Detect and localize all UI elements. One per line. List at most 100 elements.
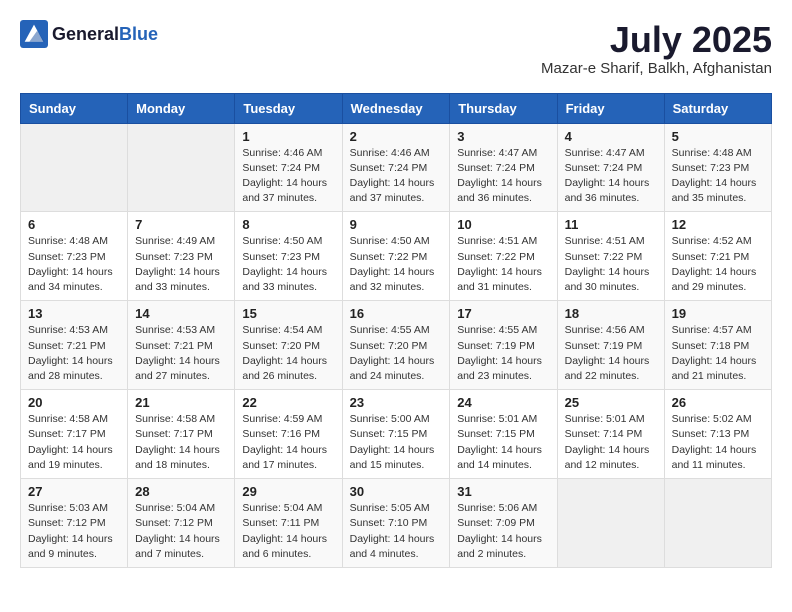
day-number: 1 (242, 129, 334, 144)
calendar-cell: 3Sunrise: 4:47 AM Sunset: 7:24 PM Daylig… (450, 123, 557, 212)
weekday-header-saturday: Saturday (664, 93, 771, 123)
logo-blue: Blue (119, 24, 158, 44)
day-info: Sunrise: 5:06 AM Sunset: 7:09 PM Dayligh… (457, 501, 549, 562)
calendar-week-row: 27Sunrise: 5:03 AM Sunset: 7:12 PM Dayli… (21, 479, 772, 568)
weekday-header-thursday: Thursday (450, 93, 557, 123)
day-info: Sunrise: 5:01 AM Sunset: 7:15 PM Dayligh… (457, 412, 549, 473)
calendar-table: SundayMondayTuesdayWednesdayThursdayFrid… (20, 93, 772, 568)
calendar-cell: 16 Sunrise: 4:55 AM Sunset: 7:20 PM Dayli… (342, 301, 450, 390)
day-number: 2 (350, 129, 443, 144)
day-number: 4 (565, 129, 657, 144)
logo-general: General (52, 24, 119, 44)
calendar-cell: 19Sunrise: 4:57 AM Sunset: 7:18 PM Dayli… (664, 301, 771, 390)
calendar-cell (557, 479, 664, 568)
day-number: 30 (350, 484, 443, 499)
calendar-cell (664, 479, 771, 568)
logo: GeneralBlue (20, 20, 158, 48)
calendar-week-row: 1 Sunrise: 4:46 AM Sunset: 7:24 PM Daylig… (21, 123, 772, 212)
calendar-cell: 29 Sunrise: 5:04 AM Sunset: 7:11 PM Dayli… (235, 479, 342, 568)
day-number: 3 (457, 129, 549, 144)
calendar-week-row: 13 Sunrise: 4:53 AM Sunset: 7:21 PM Dayli… (21, 301, 772, 390)
day-info: Sunrise: 5:02 AM Sunset: 7:13 PM Dayligh… (672, 412, 764, 473)
day-info: Sunrise: 5:01 AM Sunset: 7:14 PM Dayligh… (565, 412, 657, 473)
weekday-header-monday: Monday (128, 93, 235, 123)
day-number: 24 (457, 395, 549, 410)
calendar-cell: 2Sunrise: 4:46 AM Sunset: 7:24 PM Daylig… (342, 123, 450, 212)
title-block: July 2025 Mazar-e Sharif, Balkh, Afghani… (541, 20, 772, 77)
day-info: Sunrise: 4:46 AM Sunset: 7:24 PM Dayligh… (242, 146, 334, 207)
calendar-cell: 11Sunrise: 4:51 AM Sunset: 7:22 PM Dayli… (557, 212, 664, 301)
calendar-cell: 31Sunrise: 5:06 AM Sunset: 7:09 PM Dayli… (450, 479, 557, 568)
day-number: 12 (672, 217, 764, 232)
day-number: 16 (350, 306, 443, 321)
calendar-cell: 25Sunrise: 5:01 AM Sunset: 7:14 PM Dayli… (557, 390, 664, 479)
day-number: 22 (242, 395, 334, 410)
weekday-header-wednesday: Wednesday (342, 93, 450, 123)
day-info: Sunrise: 4:48 AM Sunset: 7:23 PM Dayligh… (672, 146, 764, 207)
day-info: Sunrise: 4:58 AM Sunset: 7:17 PM Dayligh… (28, 412, 120, 473)
calendar-cell: 28 Sunrise: 5:04 AM Sunset: 7:12 PM Dayli… (128, 479, 235, 568)
day-info: Sunrise: 5:04 AM Sunset: 7:12 PM Dayligh… (135, 501, 227, 562)
weekday-header-sunday: Sunday (21, 93, 128, 123)
calendar-cell: 21 Sunrise: 4:58 AM Sunset: 7:17 PM Dayli… (128, 390, 235, 479)
calendar-cell: 4 Sunrise: 4:47 AM Sunset: 7:24 PM Daylig… (557, 123, 664, 212)
day-info: Sunrise: 5:00 AM Sunset: 7:15 PM Dayligh… (350, 412, 443, 473)
day-info: Sunrise: 4:51 AM Sunset: 7:22 PM Dayligh… (457, 234, 549, 295)
calendar-cell: 7Sunrise: 4:49 AM Sunset: 7:23 PM Daylig… (128, 212, 235, 301)
day-number: 13 (28, 306, 120, 321)
day-number: 10 (457, 217, 549, 232)
day-info: Sunrise: 4:51 AM Sunset: 7:22 PM Dayligh… (565, 234, 657, 295)
day-info: Sunrise: 4:50 AM Sunset: 7:23 PM Dayligh… (242, 234, 334, 295)
calendar-cell: 17 Sunrise: 4:55 AM Sunset: 7:19 PM Dayli… (450, 301, 557, 390)
day-number: 29 (242, 484, 334, 499)
calendar-cell: 24 Sunrise: 5:01 AM Sunset: 7:15 PM Dayli… (450, 390, 557, 479)
day-info: Sunrise: 4:55 AM Sunset: 7:20 PM Dayligh… (350, 323, 443, 384)
day-info: Sunrise: 5:04 AM Sunset: 7:11 PM Dayligh… (242, 501, 334, 562)
calendar-cell: 5Sunrise: 4:48 AM Sunset: 7:23 PM Daylig… (664, 123, 771, 212)
calendar-cell: 22 Sunrise: 4:59 AM Sunset: 7:16 PM Dayli… (235, 390, 342, 479)
calendar-week-row: 20 Sunrise: 4:58 AM Sunset: 7:17 PM Dayli… (21, 390, 772, 479)
calendar-cell: 10 Sunrise: 4:51 AM Sunset: 7:22 PM Dayli… (450, 212, 557, 301)
day-info: Sunrise: 4:47 AM Sunset: 7:24 PM Dayligh… (565, 146, 657, 207)
day-info: Sunrise: 4:54 AM Sunset: 7:20 PM Dayligh… (242, 323, 334, 384)
day-info: Sunrise: 4:55 AM Sunset: 7:19 PM Dayligh… (457, 323, 549, 384)
day-number: 14 (135, 306, 227, 321)
day-number: 18 (565, 306, 657, 321)
day-number: 20 (28, 395, 120, 410)
calendar-cell: 27Sunrise: 5:03 AM Sunset: 7:12 PM Dayli… (21, 479, 128, 568)
calendar-cell (21, 123, 128, 212)
calendar-cell: 9 Sunrise: 4:50 AM Sunset: 7:22 PM Daylig… (342, 212, 450, 301)
calendar-cell: 1 Sunrise: 4:46 AM Sunset: 7:24 PM Daylig… (235, 123, 342, 212)
calendar-cell: 26 Sunrise: 5:02 AM Sunset: 7:13 PM Dayli… (664, 390, 771, 479)
day-number: 23 (350, 395, 443, 410)
location-subtitle: Mazar-e Sharif, Balkh, Afghanistan (541, 60, 772, 77)
day-info: Sunrise: 4:48 AM Sunset: 7:23 PM Dayligh… (28, 234, 120, 295)
calendar-week-row: 6 Sunrise: 4:48 AM Sunset: 7:23 PM Daylig… (21, 212, 772, 301)
calendar-cell: 20 Sunrise: 4:58 AM Sunset: 7:17 PM Dayli… (21, 390, 128, 479)
day-number: 6 (28, 217, 120, 232)
calendar-cell: 12 Sunrise: 4:52 AM Sunset: 7:21 PM Dayli… (664, 212, 771, 301)
page-header: GeneralBlue July 2025 Mazar-e Sharif, Ba… (20, 20, 772, 77)
day-number: 26 (672, 395, 764, 410)
weekday-header-row: SundayMondayTuesdayWednesdayThursdayFrid… (21, 93, 772, 123)
day-info: Sunrise: 4:50 AM Sunset: 7:22 PM Dayligh… (350, 234, 443, 295)
day-info: Sunrise: 4:59 AM Sunset: 7:16 PM Dayligh… (242, 412, 334, 473)
day-number: 15 (242, 306, 334, 321)
day-info: Sunrise: 4:49 AM Sunset: 7:23 PM Dayligh… (135, 234, 227, 295)
day-info: Sunrise: 4:53 AM Sunset: 7:21 PM Dayligh… (28, 323, 120, 384)
day-number: 27 (28, 484, 120, 499)
logo-text: GeneralBlue (52, 24, 158, 45)
day-number: 17 (457, 306, 549, 321)
day-info: Sunrise: 4:52 AM Sunset: 7:21 PM Dayligh… (672, 234, 764, 295)
weekday-header-friday: Friday (557, 93, 664, 123)
day-number: 28 (135, 484, 227, 499)
day-number: 9 (350, 217, 443, 232)
day-number: 19 (672, 306, 764, 321)
calendar-cell: 8Sunrise: 4:50 AM Sunset: 7:23 PM Daylig… (235, 212, 342, 301)
day-info: Sunrise: 4:58 AM Sunset: 7:17 PM Dayligh… (135, 412, 227, 473)
day-info: Sunrise: 4:53 AM Sunset: 7:21 PM Dayligh… (135, 323, 227, 384)
day-info: Sunrise: 5:05 AM Sunset: 7:10 PM Dayligh… (350, 501, 443, 562)
calendar-cell: 23 Sunrise: 5:00 AM Sunset: 7:15 PM Dayli… (342, 390, 450, 479)
day-number: 21 (135, 395, 227, 410)
calendar-cell: 15 Sunrise: 4:54 AM Sunset: 7:20 PM Dayli… (235, 301, 342, 390)
